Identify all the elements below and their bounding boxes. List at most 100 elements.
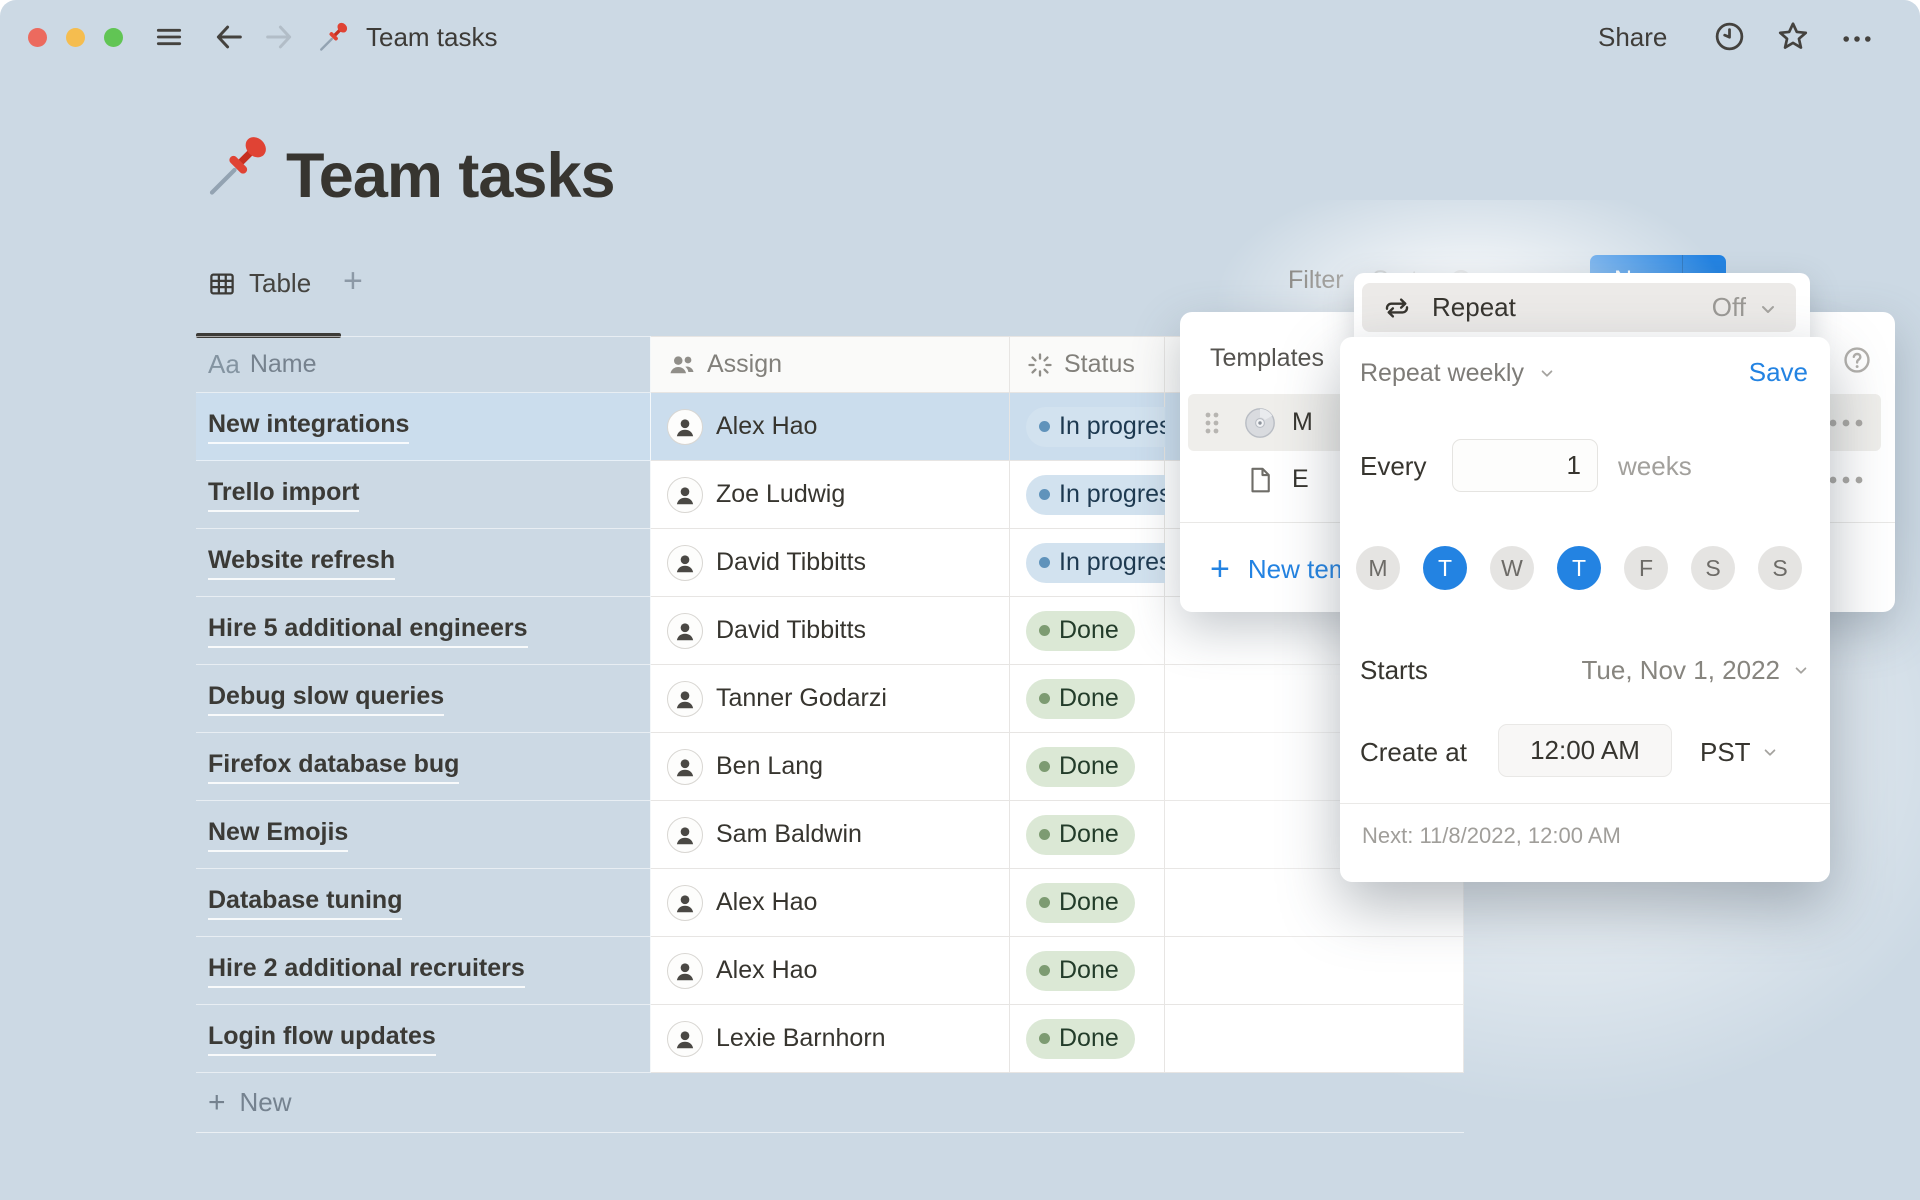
task-name-cell[interactable]: Hire 5 additional engineers <box>196 597 651 665</box>
task-assign-cell[interactable]: Alex Hao <box>651 869 1010 937</box>
task-assign-cell[interactable]: David Tibbitts <box>651 597 1010 665</box>
task-name-link[interactable]: Trello import <box>208 478 359 512</box>
task-status-cell[interactable]: In progress <box>1010 461 1165 529</box>
filter-button[interactable]: Filter <box>1288 266 1344 295</box>
task-status-cell[interactable]: Done <box>1010 1005 1165 1073</box>
task-assign-cell[interactable]: David Tibbitts <box>651 529 1010 597</box>
weekday-toggle[interactable]: S <box>1758 546 1802 590</box>
table-row[interactable]: New Emojis Sam Baldwin Done <box>196 801 1464 869</box>
repeat-frequency-dropdown[interactable]: Repeat weekly <box>1360 359 1558 388</box>
column-header-name[interactable]: Aa Name <box>196 336 651 393</box>
task-extra-cell[interactable] <box>1165 1005 1464 1073</box>
task-name-link[interactable]: Login flow updates <box>208 1022 436 1056</box>
table-row[interactable]: Debug slow queries Tanner Godarzi Done <box>196 665 1464 733</box>
zoom-window-button[interactable] <box>104 28 123 47</box>
template-item-label: E <box>1292 465 1309 494</box>
status-dot-icon <box>1039 421 1050 432</box>
more-options-icon[interactable] <box>1840 22 1874 56</box>
task-assign-cell[interactable]: Tanner Godarzi <box>651 665 1010 733</box>
task-name-link[interactable]: Hire 5 additional engineers <box>208 614 528 648</box>
status-dot-icon <box>1039 897 1050 908</box>
weekday-toggle[interactable]: M <box>1356 546 1400 590</box>
tab-table[interactable]: Table <box>207 268 311 299</box>
repeat-menu-item[interactable]: Repeat Off <box>1362 283 1796 332</box>
task-name-cell[interactable]: New Emojis <box>196 801 651 869</box>
save-button[interactable]: Save <box>1749 357 1808 388</box>
task-assign-cell[interactable]: Ben Lang <box>651 733 1010 801</box>
drag-handle-icon[interactable] <box>1200 406 1224 440</box>
task-name-cell[interactable]: Firefox database bug <box>196 733 651 801</box>
task-status-cell[interactable]: Done <box>1010 937 1165 1005</box>
close-window-button[interactable] <box>28 28 47 47</box>
task-name-cell[interactable]: Website refresh <box>196 529 651 597</box>
task-name-link[interactable]: Firefox database bug <box>208 750 459 784</box>
task-name-link[interactable]: Hire 2 additional recruiters <box>208 954 525 988</box>
column-header-label: Status <box>1064 350 1135 379</box>
weekday-toggle[interactable]: S <box>1691 546 1735 590</box>
back-arrow-icon[interactable] <box>212 20 246 54</box>
chevron-down-icon <box>1536 366 1558 382</box>
table-row[interactable]: Login flow updates Lexie Barnhorn Done <box>196 1005 1464 1073</box>
breadcrumb[interactable]: Team tasks <box>366 22 498 53</box>
weekday-toggle[interactable]: F <box>1624 546 1668 590</box>
assignee-name: Ben Lang <box>716 752 823 781</box>
task-assign-cell[interactable]: Alex Hao <box>651 937 1010 1005</box>
status-badge: Done <box>1026 815 1135 855</box>
task-status-cell[interactable]: Done <box>1010 665 1165 733</box>
task-name-cell[interactable]: Hire 2 additional recruiters <box>196 937 651 1005</box>
sidebar-menu-icon[interactable] <box>152 20 186 54</box>
task-name-cell[interactable]: Database tuning <box>196 869 651 937</box>
task-status-cell[interactable]: Done <box>1010 869 1165 937</box>
table-row[interactable]: Database tuning Alex Hao Done <box>196 869 1464 937</box>
table-row[interactable]: Hire 2 additional recruiters Alex Hao Do… <box>196 937 1464 1005</box>
task-assign-cell[interactable]: Zoe Ludwig <box>651 461 1010 529</box>
add-view-button[interactable]: + <box>343 262 363 301</box>
weekday-toggle[interactable]: T <box>1557 546 1601 590</box>
task-name-cell[interactable]: Debug slow queries <box>196 665 651 733</box>
task-status-cell[interactable]: In progress <box>1010 393 1165 461</box>
every-value-input[interactable]: 1 <box>1452 439 1598 492</box>
status-dot-icon <box>1039 829 1050 840</box>
column-header-assign[interactable]: Assign <box>651 336 1010 393</box>
task-name-link[interactable]: Website refresh <box>208 546 395 580</box>
task-name-link[interactable]: Database tuning <box>208 886 402 920</box>
status-badge: Done <box>1026 611 1135 651</box>
task-assign-cell[interactable]: Alex Hao <box>651 393 1010 461</box>
status-badge: Done <box>1026 951 1135 991</box>
task-status-cell[interactable]: In progress <box>1010 529 1165 597</box>
weekday-toggle[interactable]: W <box>1490 546 1534 590</box>
status-spinner-icon <box>1026 351 1054 379</box>
task-name-cell[interactable]: New integrations <box>196 393 651 461</box>
task-name-cell[interactable]: Trello import <box>196 461 651 529</box>
task-name-link[interactable]: New Emojis <box>208 818 348 852</box>
avatar <box>667 681 703 717</box>
starts-date-dropdown[interactable]: Tue, Nov 1, 2022 <box>1582 655 1813 686</box>
add-row-button[interactable]: + New <box>196 1073 1464 1133</box>
weekday-toggle[interactable]: T <box>1423 546 1467 590</box>
task-name-link[interactable]: Debug slow queries <box>208 682 444 716</box>
create-time-input[interactable]: 12:00 AM <box>1498 724 1672 777</box>
task-extra-cell[interactable] <box>1165 937 1464 1005</box>
assignee-name: David Tibbitts <box>716 616 866 645</box>
task-assign-cell[interactable]: Sam Baldwin <box>651 801 1010 869</box>
task-status-cell[interactable]: Done <box>1010 733 1165 801</box>
column-header-status[interactable]: Status <box>1010 336 1165 393</box>
page-icon-pin[interactable] <box>203 128 275 200</box>
assignee-name: Alex Hao <box>716 412 817 441</box>
task-status-cell[interactable]: Done <box>1010 801 1165 869</box>
status-label: Done <box>1059 684 1119 713</box>
share-button[interactable]: Share <box>1598 22 1667 53</box>
task-name-link[interactable]: New integrations <box>208 410 409 444</box>
task-status-cell[interactable]: Done <box>1010 597 1165 665</box>
timezone-dropdown[interactable]: PST <box>1700 737 1781 768</box>
task-assign-cell[interactable]: Lexie Barnhorn <box>651 1005 1010 1073</box>
task-name-cell[interactable]: Login flow updates <box>196 1005 651 1073</box>
table-row[interactable]: Firefox database bug Ben Lang Done <box>196 733 1464 801</box>
help-icon[interactable] <box>1841 344 1873 376</box>
repeat-menu-label: Repeat <box>1432 292 1516 323</box>
favorite-star-icon[interactable] <box>1776 19 1810 53</box>
minimize-window-button[interactable] <box>66 28 85 47</box>
updates-clock-icon[interactable] <box>1712 19 1746 53</box>
tab-table-label: Table <box>249 268 311 299</box>
forward-arrow-icon[interactable] <box>262 20 296 54</box>
